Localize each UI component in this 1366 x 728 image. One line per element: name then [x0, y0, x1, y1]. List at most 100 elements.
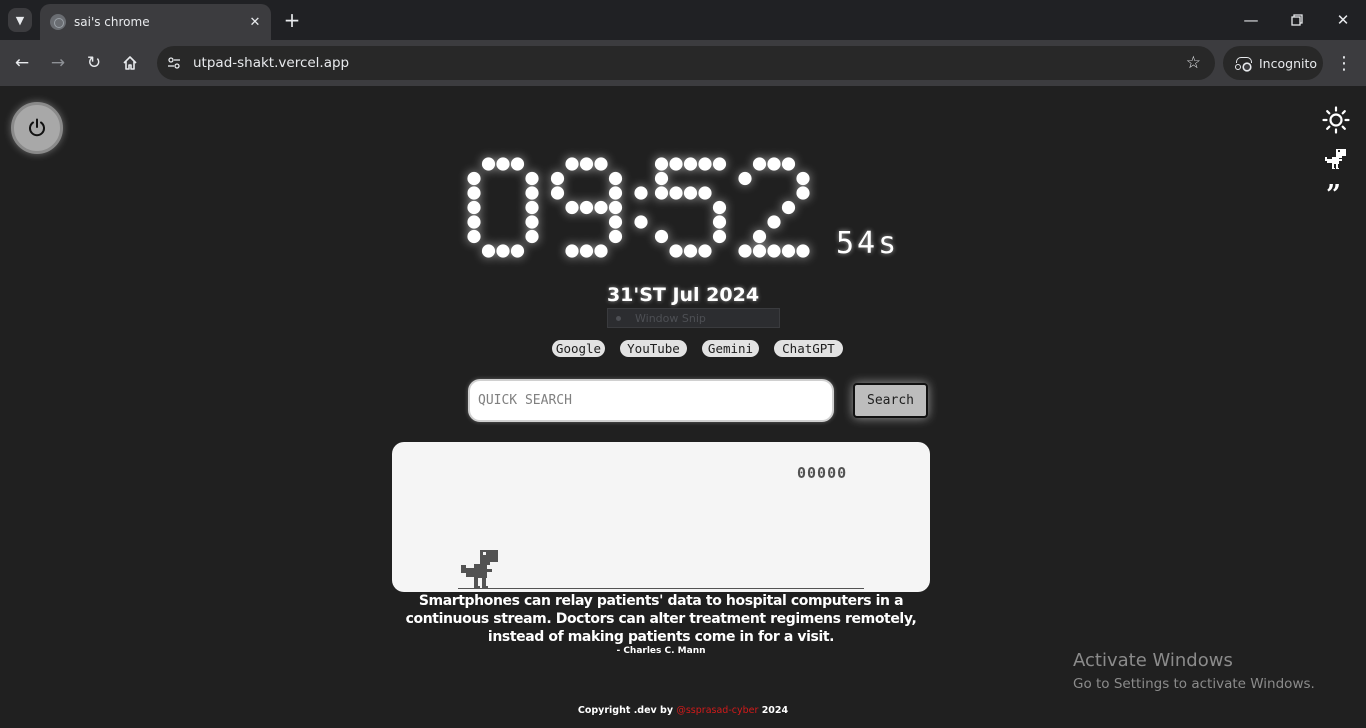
snip-dot-icon: [616, 315, 621, 321]
plus-icon[interactable]: +: [280, 8, 304, 32]
address-bar[interactable]: utpad-shakt.vercel.app ☆: [157, 46, 1215, 80]
back-arrow-icon[interactable]: ←: [8, 49, 36, 77]
clock-dot: [767, 157, 781, 171]
clock-dot: [496, 157, 510, 171]
clock-dot: [752, 157, 767, 171]
snip-label: Window Snip: [635, 311, 706, 325]
clock-dot: [683, 186, 698, 200]
power-button[interactable]: [11, 102, 63, 154]
clock-dot: [683, 157, 698, 171]
clock-dot: [594, 157, 608, 171]
clock-digit: [654, 157, 727, 258]
more-vert-icon[interactable]: ⋮: [1331, 49, 1357, 77]
clock-dot: [467, 229, 481, 244]
dino-game[interactable]: 00000: [392, 442, 930, 592]
clock-dot: [654, 229, 669, 244]
activate-windows-title: Activate Windows: [1073, 650, 1233, 671]
link-youtube[interactable]: YouTube: [620, 340, 687, 357]
url-text[interactable]: utpad-shakt.vercel.app: [193, 55, 1186, 71]
clock-dot: [654, 171, 669, 186]
link-gemini[interactable]: Gemini: [702, 340, 759, 357]
clock-digit: [550, 157, 623, 258]
footer-year: 2024: [761, 705, 789, 716]
clock-dot: [698, 157, 712, 171]
incognito-label: Incognito: [1259, 55, 1318, 71]
search-button[interactable]: Search: [853, 383, 928, 418]
clock-dot: [467, 215, 481, 229]
clock-dot: [594, 244, 608, 258]
incognito-badge[interactable]: Incognito: [1223, 46, 1323, 80]
clock-dot: [481, 157, 496, 171]
clock-dot: [496, 244, 510, 258]
clock-dot: [634, 215, 648, 229]
clock-dot: [738, 171, 752, 186]
quote-text: Smartphones can relay patients' data to …: [405, 593, 917, 645]
restore-icon[interactable]: [1283, 6, 1311, 34]
clock-digit: [738, 157, 810, 258]
clock-dot: [467, 171, 481, 186]
link-chatgpt[interactable]: ChatGPT: [774, 340, 843, 357]
clock-colon: [634, 186, 648, 229]
close-icon[interactable]: ✕: [245, 12, 265, 32]
clock-dot: [698, 244, 712, 258]
activate-windows-subtitle: Go to Settings to activate Windows.: [1073, 676, 1315, 692]
clock-dot: [579, 200, 594, 215]
site-info-icon[interactable]: [163, 52, 185, 74]
forward-arrow-icon[interactable]: →: [44, 49, 72, 77]
globe-icon: [50, 14, 66, 30]
clock-dot: [579, 244, 594, 258]
tab-search-icon[interactable]: ▼: [8, 8, 32, 32]
quote-icon[interactable]: ”: [1326, 182, 1341, 208]
clock-dot: [698, 186, 712, 200]
minimize-icon[interactable]: —: [1237, 6, 1265, 34]
clock-dot: [550, 171, 565, 186]
clock-dot: [712, 229, 727, 244]
clock-dot: [510, 244, 525, 258]
clock-dot: [608, 200, 623, 215]
date-display: 31'ST Jul 2024: [606, 284, 760, 306]
clock-dot: [525, 186, 539, 200]
clock-seconds: 54s: [836, 226, 900, 261]
clock-dot: [712, 157, 727, 171]
dino-icon[interactable]: [1324, 148, 1348, 172]
clock-dot: [796, 244, 810, 258]
clock-dot: [579, 157, 594, 171]
clock-dot: [781, 244, 796, 258]
sun-icon[interactable]: [1322, 106, 1350, 134]
star-icon[interactable]: ☆: [1186, 53, 1201, 73]
clock-dot: [796, 171, 810, 186]
clock-dot: [525, 171, 539, 186]
browser-toolbar: ← → ↻ utpad-shakt.vercel.app ☆ Incognito: [0, 40, 1366, 86]
clock-dot: [767, 215, 781, 229]
trex-sprite: [461, 550, 498, 588]
clock-dot: [565, 157, 579, 171]
clock-dot: [608, 229, 623, 244]
incognito-icon: [1235, 57, 1252, 70]
clock-dot: [712, 215, 727, 229]
page-content: ” 54s 31'ST Jul 2024 Window Snip Google …: [0, 86, 1366, 728]
clock-dot: [510, 157, 525, 171]
clock-dot: [654, 186, 669, 200]
clock-dot: [467, 186, 481, 200]
home-icon[interactable]: [116, 49, 144, 77]
link-google[interactable]: Google: [552, 340, 605, 357]
clock-dot: [467, 200, 481, 215]
power-icon: [29, 118, 45, 137]
clock-dot: [669, 244, 683, 258]
clock-dot: [683, 244, 698, 258]
game-score: 00000: [797, 464, 848, 482]
clock-dot: [738, 244, 752, 258]
clock-digit: [467, 157, 539, 258]
close-window-icon[interactable]: ✕: [1329, 6, 1357, 34]
footer-handle[interactable]: @ssprasad-cyber: [676, 705, 758, 716]
clock-dot: [781, 200, 796, 215]
tab-active[interactable]: sai's chrome ✕: [40, 4, 271, 40]
reload-icon[interactable]: ↻: [80, 49, 108, 77]
clock-dot: [669, 157, 683, 171]
tab-title: sai's chrome: [74, 15, 150, 29]
clock-dot: [781, 157, 796, 171]
footer: Copyright .dev by @ssprasad-cyber 2024: [0, 705, 1366, 716]
quick-search-input[interactable]: [468, 379, 834, 422]
clock-dot: [669, 186, 683, 200]
clock-dot: [525, 229, 539, 244]
